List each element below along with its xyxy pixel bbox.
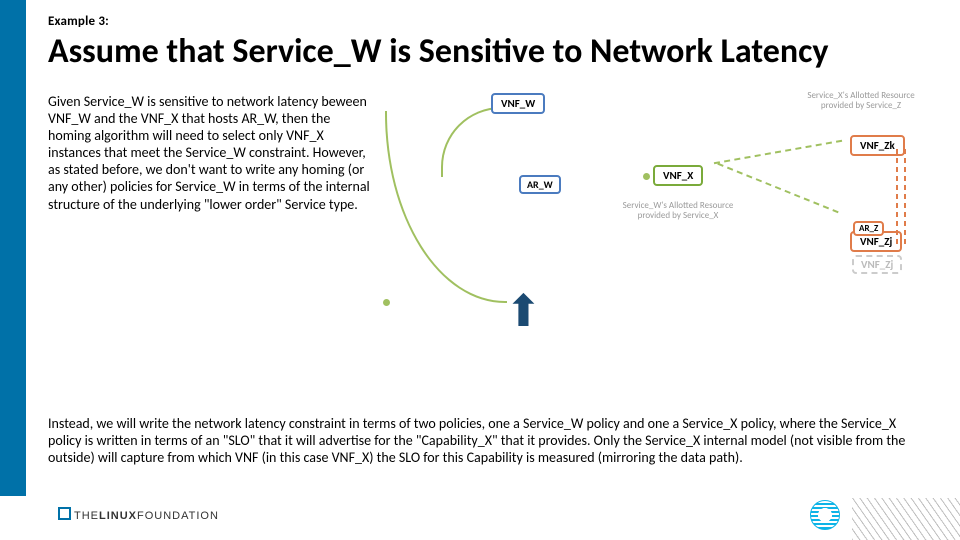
slide-footer: THELINUXFOUNDATION [0, 500, 960, 540]
node-vnf-w: VNF_W [491, 93, 545, 114]
node-ar-w: AR_W [519, 175, 561, 194]
diagram-label: Service_X's Allotted Resource provided b… [791, 91, 931, 112]
linux-foundation-logo: THELINUXFOUNDATION [58, 506, 219, 522]
body-paragraph-2: Instead, we will write the network laten… [48, 415, 913, 466]
up-arrow-icon: ⬆ [505, 289, 542, 333]
body-paragraph: Given Service_W is sensitive to network … [48, 93, 373, 343]
logo-text: FOUNDATION [137, 510, 219, 522]
node-ar-z: AR_Z [853, 221, 884, 236]
endpoint-dot [383, 299, 390, 306]
logo-text: LINUX [99, 510, 137, 522]
diagram-label: Service_W's Allotted Resource provided b… [608, 201, 748, 222]
example-label: Example 3: [48, 14, 954, 29]
slide-title: Assume that Service_W is Sensitive to Ne… [48, 33, 954, 71]
slide-accent-bar [0, 0, 26, 496]
vertical-dashed-connector [893, 149, 909, 245]
endpoint-dot [643, 173, 650, 180]
node-vnf-zj-ghost: VNF_Zj [852, 255, 902, 274]
architecture-diagram: Service_X's Allotted Resource provided b… [383, 93, 954, 343]
att-globe-icon [810, 500, 840, 530]
logo-square-icon [58, 507, 71, 520]
node-vnf-x: VNF_X [653, 165, 703, 186]
slide-content: Example 3: Assume that Service_W is Sens… [48, 14, 954, 343]
dashed-connector [714, 140, 842, 165]
body-row: Given Service_W is sensitive to network … [48, 93, 954, 343]
logo-text: THE [74, 510, 99, 522]
corner-hatch-decoration [852, 498, 960, 540]
